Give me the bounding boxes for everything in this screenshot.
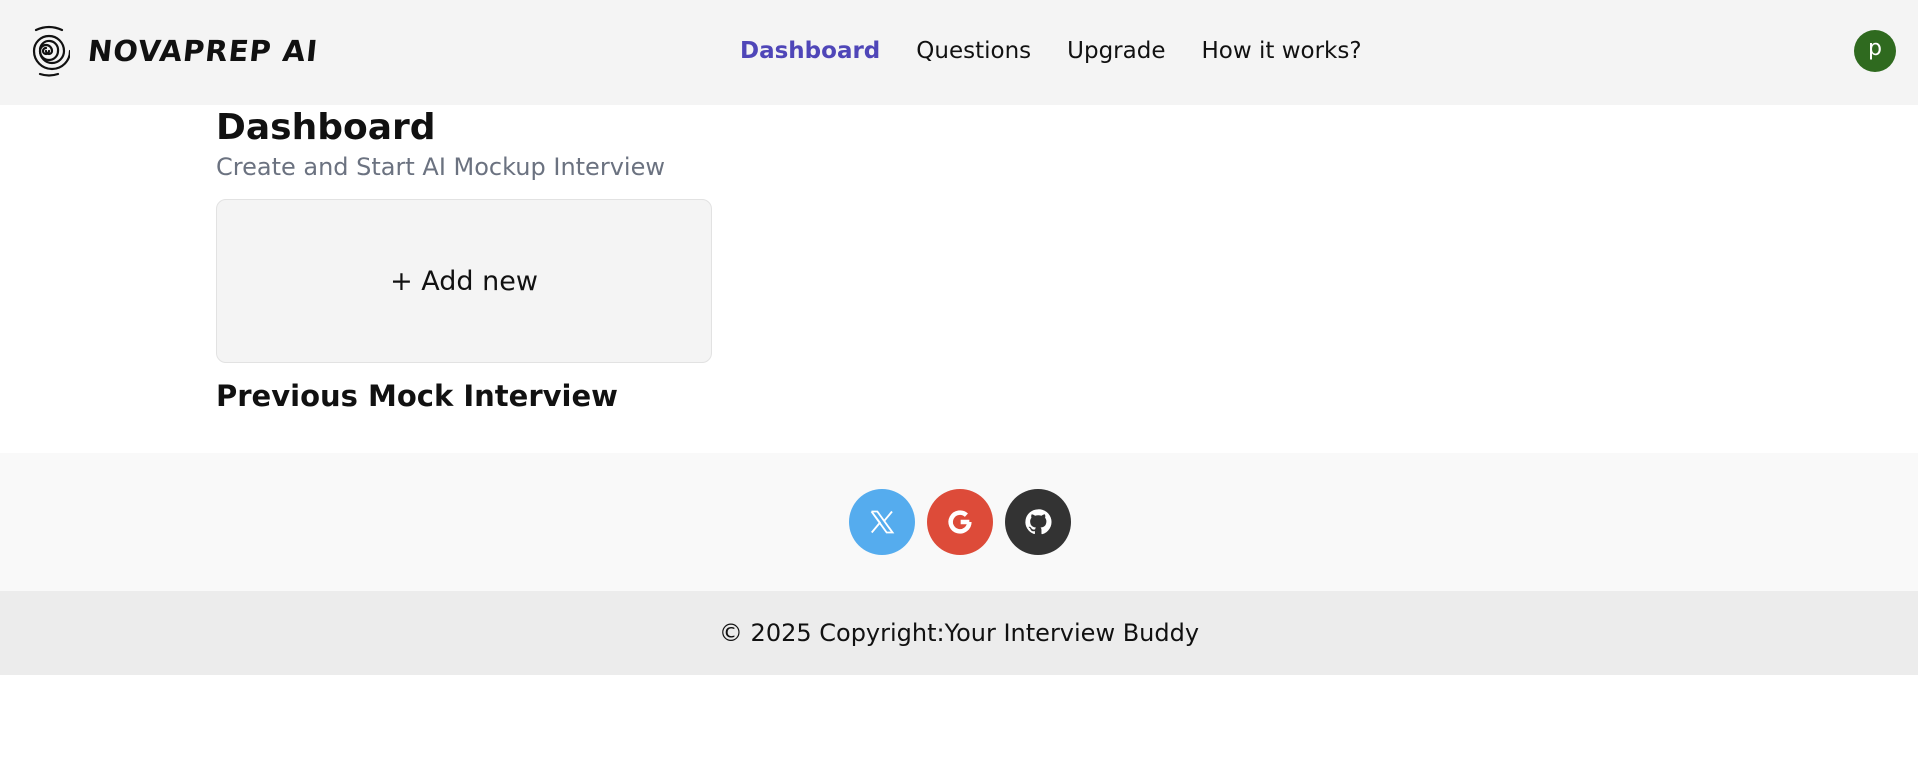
google-icon [948,510,972,534]
page-subtitle: Create and Start AI Mockup Interview [216,153,665,181]
x-twitter-icon [870,510,895,534]
main-nav: Dashboard Questions Upgrade How it works… [740,0,1398,102]
nav-item-upgrade[interactable]: Upgrade [1067,38,1165,64]
github-button[interactable] [1005,489,1071,555]
x-twitter-button[interactable] [849,489,915,555]
github-icon [1025,509,1052,535]
add-new-label: + Add new [390,265,538,297]
previous-interviews-heading: Previous Mock Interview [216,379,618,413]
page-title: Dashboard [216,107,436,148]
user-avatar[interactable]: p [1854,30,1896,72]
copyright-text: © 2025 Copyright:Your Interview Buddy [718,619,1200,647]
nav-item-questions[interactable]: Questions [916,38,1031,64]
brand-logo[interactable]: NOVAPREP AI [28,24,320,78]
add-new-interview-card[interactable]: + Add new [216,199,712,363]
google-button[interactable] [927,489,993,555]
spiral-fingerprint-icon [32,25,70,77]
top-navbar: NOVAPREP AI Dashboard Questions Upgrade … [0,0,1918,105]
copyright-footer: © 2025 Copyright:Your Interview Buddy [0,591,1918,675]
brand-name: NOVAPREP AI [86,34,320,68]
social-icons [849,489,1083,555]
social-links-bar [0,453,1918,591]
nav-item-how-it-works[interactable]: How it works? [1201,38,1361,64]
nav-item-dashboard[interactable]: Dashboard [740,38,880,64]
